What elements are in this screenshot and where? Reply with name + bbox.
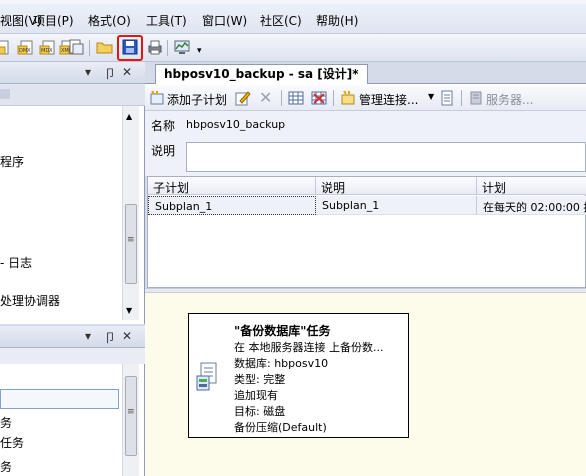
new-query-icon[interactable] xyxy=(0,38,12,56)
analysis-query-icon[interactable]: MDX xyxy=(38,38,56,56)
add-subplan-button[interactable]: 添加子计划 xyxy=(167,91,227,108)
delete-icon[interactable]: ✕ xyxy=(259,88,272,107)
list-item[interactable]: 务 xyxy=(0,458,12,475)
scroll-thumb[interactable]: ≡ xyxy=(125,204,137,284)
add-item-icon[interactable] xyxy=(66,38,84,56)
name-label: 名称 xyxy=(151,119,176,133)
close-icon[interactable]: ✕ xyxy=(122,329,132,343)
menu-community[interactable]: 社区(C) xyxy=(260,12,302,29)
svg-text:MDX: MDX xyxy=(41,48,53,54)
description-field[interactable] xyxy=(186,142,586,172)
tree-item[interactable]: 程序 xyxy=(0,153,24,170)
servers-icon[interactable] xyxy=(468,90,484,106)
properties-icon[interactable] xyxy=(439,90,455,106)
task-line: 目标: 磁盘 xyxy=(234,405,286,418)
column-header-schedule[interactable]: 计划 xyxy=(477,177,586,195)
close-icon[interactable]: ✕ xyxy=(122,65,132,79)
menu-format[interactable]: 格式(O) xyxy=(88,12,131,29)
task-line: 备份压缩(Default) xyxy=(234,421,327,434)
scroll-down-icon[interactable]: ▼ xyxy=(126,306,132,315)
list-item[interactable]: 务 xyxy=(0,414,12,431)
activity-monitor-icon[interactable] xyxy=(173,38,191,56)
task-title: "备份数据库"任务 xyxy=(234,324,331,338)
backup-database-task[interactable]: "备份数据库"任务 在 本地服务器连接 上备份数... 数据库: hbposv1… xyxy=(188,313,409,438)
panel-strip xyxy=(0,348,145,364)
standard-toolbar: DMX MDX XML ▾ xyxy=(0,34,586,62)
table-cell-subplan[interactable]: Subplan_1 xyxy=(148,196,316,215)
svg-text:DMX: DMX xyxy=(19,48,31,54)
selected-list-item[interactable] xyxy=(0,389,119,409)
menu-window[interactable]: 窗口(W) xyxy=(202,12,247,29)
tree-item[interactable]: - 日志 xyxy=(0,254,32,271)
designer-toolbar: 添加子计划 ✕ 管理连接... ▼ 服务器... xyxy=(145,85,586,111)
tree-item[interactable]: 处理协调器 xyxy=(0,292,60,309)
document-tab-strip: hbposv10_backup - sa [设计]* xyxy=(145,62,586,84)
add-subplan-icon[interactable] xyxy=(149,90,165,106)
vertical-scrollbar[interactable]: ▲ ≡ ▼ xyxy=(122,106,139,320)
vertical-scrollbar[interactable]: ≡ xyxy=(122,364,139,476)
scroll-up-icon[interactable]: ▲ xyxy=(126,112,132,121)
toolbox-list: 务 任务 务 ≡ xyxy=(0,364,145,476)
servers-button[interactable]: 服务器... xyxy=(486,91,533,108)
backup-task-icon xyxy=(196,362,217,391)
print-icon[interactable] xyxy=(146,38,164,56)
refresh-icon[interactable] xyxy=(0,87,12,101)
schedule-grid-icon[interactable] xyxy=(288,90,304,106)
object-explorer-tree: 程序 - 日志 处理协调器 ▲ ≡ ▼ xyxy=(0,106,145,324)
remove-schedule-icon[interactable] xyxy=(311,90,327,106)
tab-maintenance-plan[interactable]: hbposv10_backup - sa [设计]* xyxy=(155,64,368,84)
open-icon[interactable] xyxy=(96,38,114,56)
pin-icon[interactable]: 卩 xyxy=(104,329,116,346)
subplan-grid: 子计划 说明 计划 Subplan_1 Subplan_1 在每天的 02:00… xyxy=(147,176,586,288)
scroll-thumb[interactable]: ≡ xyxy=(125,376,137,456)
description-label: 说明 xyxy=(151,144,176,158)
secondary-panel-header: ▾ 卩 ✕ xyxy=(0,326,145,348)
name-field[interactable]: hbposv10_backup xyxy=(186,118,285,131)
task-line: 追加现有 xyxy=(234,389,278,402)
edit-icon[interactable] xyxy=(235,90,251,106)
pin-icon[interactable]: 卩 xyxy=(104,65,116,82)
manage-connections-icon[interactable] xyxy=(340,90,356,106)
plan-properties: 名称 hbposv10_backup 说明 xyxy=(145,111,586,176)
menu-bar: 视图(V) 项目(P) 格式(O) 工具(T) 窗口(W) 社区(C) 帮助(H… xyxy=(0,0,586,34)
task-line: 在 本地服务器连接 上备份数... xyxy=(234,341,384,354)
manage-connections-button[interactable]: 管理连接... xyxy=(359,91,418,108)
db-query-icon[interactable]: DMX xyxy=(16,38,34,56)
dropdown-arrow-icon[interactable]: ▾ xyxy=(85,65,91,79)
table-cell-description[interactable]: Subplan_1 xyxy=(316,196,477,215)
save-icon[interactable] xyxy=(121,38,139,56)
column-header-subplan[interactable]: 子计划 xyxy=(148,177,316,195)
table-cell-schedule[interactable]: 在每天的 02:00:00 执 xyxy=(477,196,586,215)
chevron-down-icon[interactable]: ▼ xyxy=(428,92,434,101)
panel-toolbar xyxy=(0,84,145,106)
toolbar-overflow-icon[interactable]: ▾ xyxy=(197,46,202,56)
object-explorer-header: ▾ 卩 ✕ xyxy=(0,62,145,84)
column-header-description[interactable]: 说明 xyxy=(316,177,477,195)
task-line: 数据库: hbposv10 xyxy=(234,357,329,370)
dropdown-arrow-icon[interactable]: ▾ xyxy=(85,329,91,343)
menu-help[interactable]: 帮助(H) xyxy=(316,12,358,29)
menu-tools[interactable]: 工具(T) xyxy=(146,12,187,29)
tab-title: hbposv10_backup - sa [设计]* xyxy=(164,67,359,81)
task-line: 类型: 完整 xyxy=(234,373,286,386)
menu-project[interactable]: 项目(P) xyxy=(33,12,74,29)
list-item[interactable]: 任务 xyxy=(0,434,24,451)
